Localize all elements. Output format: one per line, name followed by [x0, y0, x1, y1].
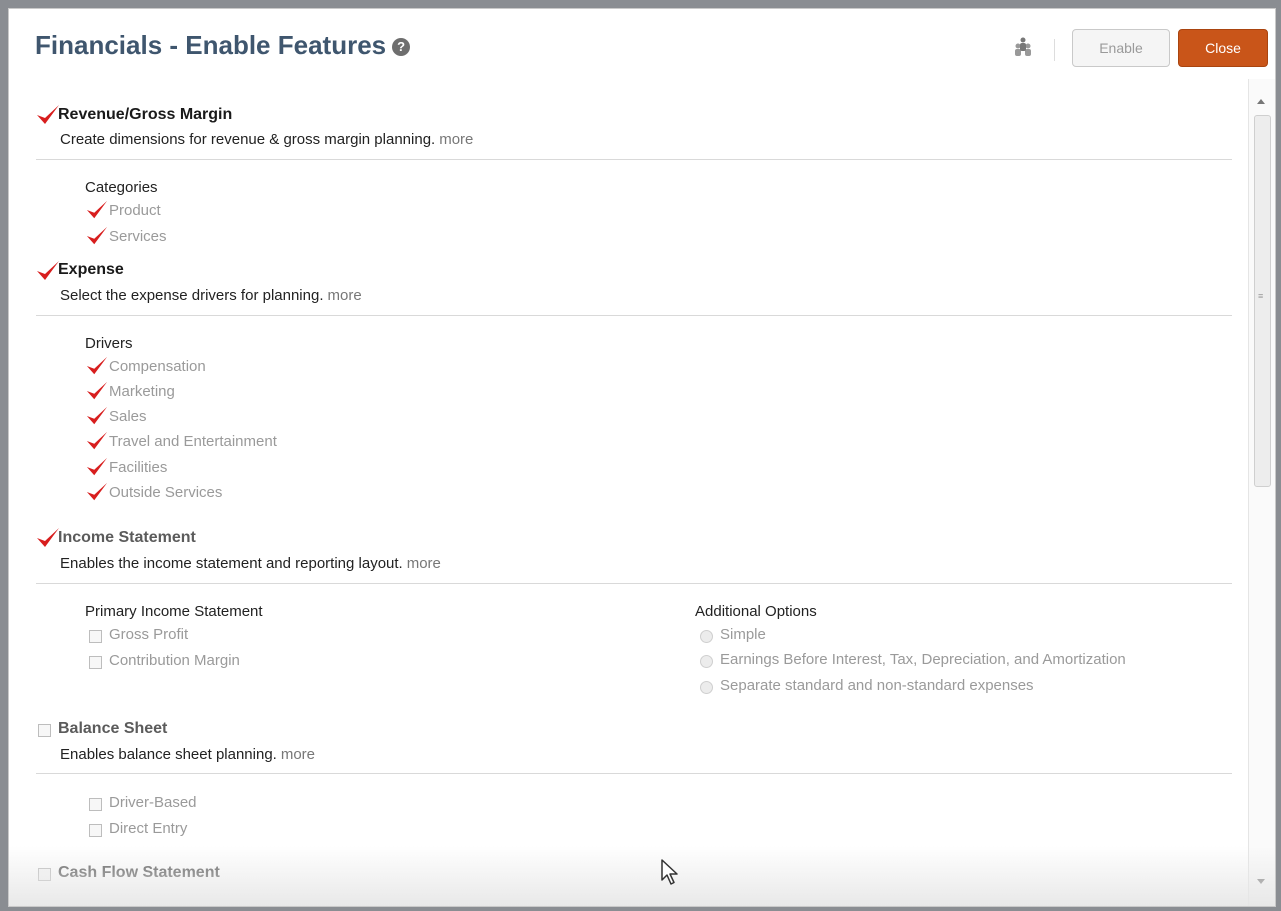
radio-separate-expenses[interactable] — [700, 681, 713, 694]
option-ebitda[interactable]: Earnings Before Interest, Tax, Depreciat… — [720, 651, 1126, 668]
features-list: Revenue/Gross Margin Create dimensions f… — [9, 79, 1249, 906]
scrollbar-thumb[interactable]: ≡ — [1254, 115, 1271, 487]
close-button[interactable]: Close — [1178, 29, 1268, 67]
option-direct-entry[interactable]: Direct Entry — [109, 820, 187, 837]
feature-description-income: Enables the income statement and reporti… — [60, 555, 441, 572]
checkmark-icon[interactable] — [85, 355, 109, 377]
checkmark-icon[interactable] — [85, 430, 109, 452]
checkbox-cash-flow[interactable] — [38, 868, 51, 881]
option-compensation[interactable]: Compensation — [109, 358, 206, 375]
option-outside-services[interactable]: Outside Services — [109, 484, 222, 501]
option-contribution-margin[interactable]: Contribution Margin — [109, 652, 240, 669]
radio-simple[interactable] — [700, 630, 713, 643]
vertical-scrollbar[interactable]: ≡ — [1248, 79, 1275, 906]
option-marketing[interactable]: Marketing — [109, 383, 175, 400]
checkmark-icon[interactable] — [85, 225, 109, 247]
radio-ebitda[interactable] — [700, 655, 713, 668]
feature-title-expense[interactable]: Expense — [58, 261, 124, 279]
page-title-text: Financials - Enable Features — [35, 30, 387, 60]
toolbar-divider — [1054, 39, 1055, 61]
section-divider — [36, 159, 1232, 160]
description-text: Select the expense drivers for planning. — [60, 287, 324, 304]
option-product[interactable]: Product — [109, 202, 161, 219]
group-label-primary-income: Primary Income Statement — [85, 603, 263, 620]
checkbox-driver-based[interactable] — [89, 798, 102, 811]
section-divider — [36, 583, 1232, 584]
scrollbar-grip-icon: ≡ — [1258, 291, 1264, 301]
option-driver-based[interactable]: Driver-Based — [109, 794, 197, 811]
checkbox-contribution-margin[interactable] — [89, 656, 102, 669]
description-text: Enables the income statement and reporti… — [60, 555, 403, 572]
feature-title-revenue[interactable]: Revenue/Gross Margin — [58, 106, 232, 124]
option-simple[interactable]: Simple — [720, 626, 766, 643]
page-title: Financials - Enable Features? — [35, 30, 411, 61]
enable-features-dialog: Financials - Enable Features? Enable Clo… — [8, 8, 1276, 907]
group-label-additional-options: Additional Options — [695, 603, 817, 620]
description-text: Enables balance sheet planning. — [60, 746, 277, 763]
checkmark-icon[interactable] — [85, 405, 109, 427]
dialog-header: Financials - Enable Features? Enable Clo… — [9, 9, 1275, 79]
feature-title-cash-flow[interactable]: Cash Flow Statement — [58, 864, 220, 882]
option-separate-expenses[interactable]: Separate standard and non-standard expen… — [720, 677, 1034, 694]
feature-description-expense: Select the expense drivers for planning.… — [60, 287, 362, 304]
more-link[interactable]: more — [439, 131, 473, 148]
scroll-down-arrow-icon[interactable] — [1257, 879, 1265, 884]
checkbox-direct-entry[interactable] — [89, 824, 102, 837]
checkmark-icon[interactable] — [85, 456, 109, 478]
option-facilities[interactable]: Facilities — [109, 459, 167, 476]
help-icon[interactable]: ? — [392, 38, 411, 56]
section-divider — [36, 315, 1232, 316]
option-sales[interactable]: Sales — [109, 408, 147, 425]
checkmark-icon[interactable] — [85, 199, 109, 221]
feature-title-balance-sheet[interactable]: Balance Sheet — [58, 720, 167, 738]
enable-button[interactable]: Enable — [1072, 29, 1170, 67]
feature-description-balance: Enables balance sheet planning. more — [60, 746, 315, 763]
group-label-categories: Categories — [85, 179, 158, 196]
people-icon[interactable] — [1012, 36, 1034, 58]
checkmark-icon[interactable] — [85, 380, 109, 402]
checkbox-gross-profit[interactable] — [89, 630, 102, 643]
section-divider — [36, 773, 1232, 774]
option-travel-entertainment[interactable]: Travel and Entertainment — [109, 433, 277, 450]
description-text: Create dimensions for revenue & gross ma… — [60, 131, 436, 148]
checkbox-balance-sheet[interactable] — [38, 724, 51, 737]
group-label-drivers: Drivers — [85, 335, 133, 352]
mouse-pointer-icon — [661, 859, 678, 885]
checkmark-icon[interactable] — [85, 481, 109, 503]
scroll-up-arrow-icon[interactable] — [1257, 99, 1265, 104]
more-link[interactable]: more — [407, 555, 441, 572]
more-link[interactable]: more — [328, 287, 362, 304]
option-gross-profit[interactable]: Gross Profit — [109, 626, 188, 643]
feature-title-income-statement[interactable]: Income Statement — [58, 529, 196, 547]
feature-description-revenue: Create dimensions for revenue & gross ma… — [60, 131, 473, 148]
option-services[interactable]: Services — [109, 228, 167, 245]
more-link[interactable]: more — [281, 746, 315, 763]
